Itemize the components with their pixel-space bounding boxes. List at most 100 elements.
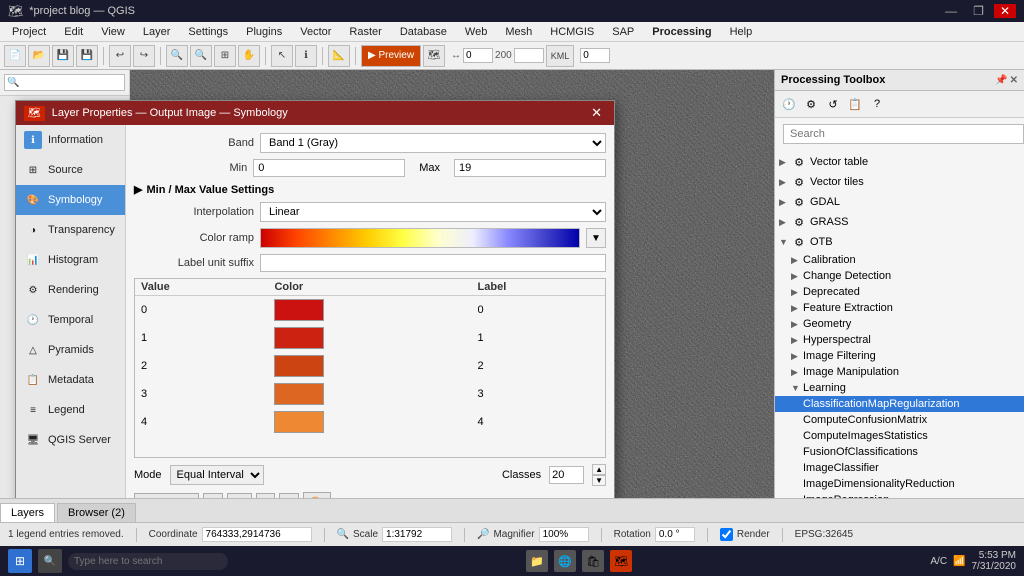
nav-metadata[interactable]: 📋 Metadata [16,365,125,395]
undo-btn[interactable]: ↩ [109,45,131,67]
menu-settings[interactable]: Settings [180,24,236,40]
nav-transparency[interactable]: ◑ Transparency [16,215,125,245]
menu-raster[interactable]: Raster [341,24,389,40]
render-checkbox[interactable] [720,528,733,541]
new-project-btn[interactable]: 📄 [4,45,26,67]
interpolation-select[interactable]: Linear [260,202,606,222]
min-input[interactable] [253,159,405,177]
move-up-btn[interactable]: ↑ [256,493,276,499]
minimize-button[interactable]: — [939,4,963,18]
menu-web[interactable]: Web [457,24,495,40]
add-class-btn[interactable]: + [203,493,223,499]
kml-btn[interactable]: KML [546,45,575,67]
color-cell[interactable] [268,324,471,352]
pan-btn[interactable]: ✋ [238,45,260,67]
tab-layers[interactable]: Layers [0,503,55,522]
menu-sap[interactable]: SAP [604,24,642,40]
taskbar-app-files[interactable]: 📁 [526,550,548,572]
redo-btn[interactable]: ↪ [133,45,155,67]
classes-input[interactable] [549,466,584,484]
taskbar-app-qgis[interactable]: 🗺 [610,550,632,572]
taskbar-search[interactable] [68,553,228,570]
taskbar-app-edge[interactable]: 🌐 [554,550,576,572]
nav-symbology[interactable]: 🎨 Symbology [16,185,125,215]
identify-btn[interactable]: ℹ [295,45,317,67]
color-cell[interactable] [268,296,471,325]
menu-vector[interactable]: Vector [292,24,339,40]
color-swatch[interactable] [274,355,324,377]
color-cell[interactable] [268,408,471,436]
menu-help[interactable]: Help [722,24,761,40]
color-swatch[interactable] [274,327,324,349]
color-cell[interactable] [268,380,471,408]
close-button[interactable]: ✕ [994,4,1016,18]
color-cell[interactable] [268,352,471,380]
classes-down-btn[interactable]: ▼ [592,475,606,486]
zoom-out-btn[interactable]: 🔍 [190,45,212,67]
color-swatch[interactable] [274,383,324,405]
move-down-btn[interactable]: ↓ [279,493,299,499]
nav-legend[interactable]: ≡ Legend [16,395,125,425]
layer-btn[interactable]: 🗺 [423,45,445,67]
zoom-full-btn[interactable]: ⊞ [214,45,236,67]
scale-input[interactable] [382,527,452,542]
coordinate-input[interactable] [202,527,312,542]
y-input[interactable] [514,48,544,63]
restore-button[interactable]: ❐ [967,4,990,18]
max-input[interactable] [454,159,606,177]
save-as-btn[interactable]: 💾 [76,45,98,67]
menu-plugins[interactable]: Plugins [238,24,290,40]
min-max-row: Min Max [134,159,606,177]
nav-information[interactable]: ℹ Information [16,125,125,155]
color-swatch[interactable] [274,411,324,433]
rotation-input[interactable] [655,527,695,542]
menu-mesh[interactable]: Mesh [497,24,540,40]
nav-pyramids[interactable]: △ Pyramids [16,335,125,365]
band-select[interactable]: Band 1 (Gray) [260,133,606,153]
x-input[interactable] [463,48,493,63]
status-bar: 1 legend entries removed. Coordinate 🔍 S… [0,522,1024,546]
remove-class-btn[interactable]: — [227,493,252,499]
color-swatch[interactable] [274,299,324,321]
color-ramp-dropdown-btn[interactable]: ▼ [586,228,606,248]
color-ramp-selector[interactable] [260,228,580,248]
open-project-btn[interactable]: 📂 [28,45,50,67]
sep2 [324,528,325,542]
modal-title: 🗺 Layer Properties — Output Image — Symb… [24,107,288,119]
search-button[interactable]: 🔍 [38,549,62,573]
menu-database[interactable]: Database [392,24,455,40]
save-btn[interactable]: 💾 [52,45,74,67]
nav-temporal[interactable]: 🕐 Temporal [16,305,125,335]
mode-select[interactable]: Equal Interval [170,465,264,485]
min-max-settings-header[interactable]: ▶ Min / Max Value Settings [134,183,606,196]
mode-classes-row: Mode Equal Interval Classes ▲ ▼ [134,464,606,486]
render-item: Render [720,528,770,541]
menu-project[interactable]: Project [4,24,54,40]
sep3 [265,47,266,65]
select-btn[interactable]: ↖ [271,45,293,67]
menu-edit[interactable]: Edit [56,24,91,40]
nav-source[interactable]: ⊞ Source [16,155,125,185]
label-unit-input[interactable] [260,254,606,272]
measure-btn[interactable]: 📐 [328,45,350,67]
menu-processing[interactable]: Processing [644,24,719,40]
nav-histogram[interactable]: 📊 Histogram [16,245,125,275]
magnifier-input[interactable] [539,527,589,542]
value-input[interactable] [580,48,610,63]
taskbar-app-store[interactable]: 🛍 [582,550,604,572]
preview-btn[interactable]: ▶ Preview [361,45,421,67]
modal-close-button[interactable]: ✕ [587,105,606,121]
temporal-icon: 🕐 [24,311,42,329]
menu-hcmgis[interactable]: HCMGIS [542,24,602,40]
classify-button[interactable]: Classify [134,493,199,499]
classes-up-btn[interactable]: ▲ [592,464,606,475]
nav-rendering[interactable]: ⚙ Rendering [16,275,125,305]
tab-browser[interactable]: Browser (2) [57,503,136,522]
start-button[interactable]: ⊞ [8,549,32,573]
zoom-in-btn[interactable]: 🔍 [166,45,188,67]
nav-qgis-server[interactable]: 🖥 QGIS Server [16,425,125,455]
epsg-label[interactable]: EPSG:32645 [795,529,853,540]
color-scheme-btn[interactable]: 🎨 [303,492,331,498]
menu-layer[interactable]: Layer [135,24,179,40]
menu-view[interactable]: View [93,24,133,40]
